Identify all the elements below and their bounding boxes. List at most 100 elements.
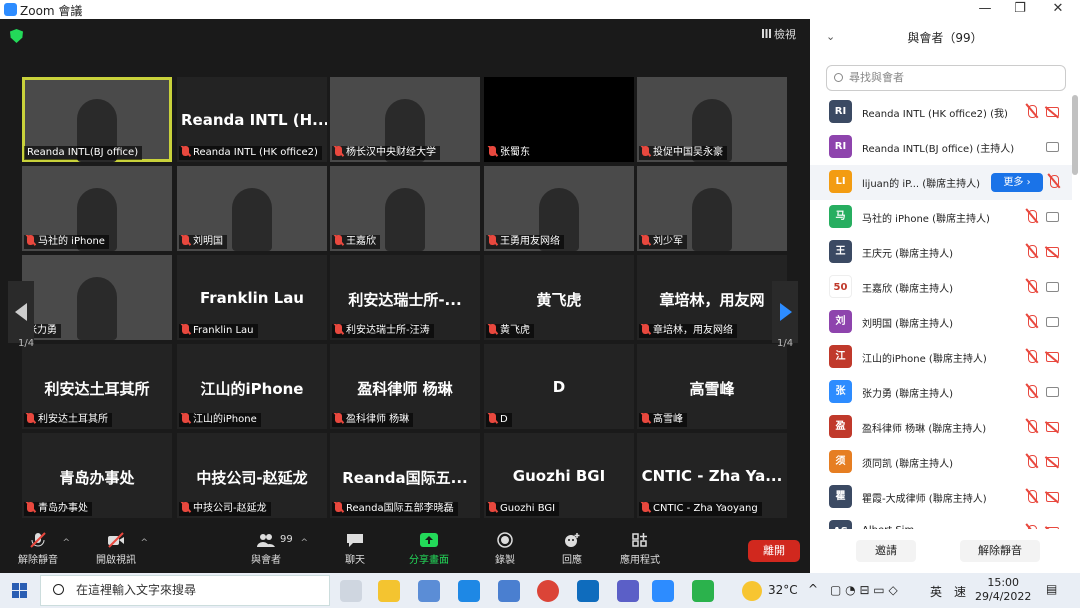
invite-button[interactable]: 邀請 [856,540,916,562]
prev-page-button[interactable] [8,281,34,343]
participant-row[interactable]: LI lijuan的 iP... (聯席主持人) 更多 › [810,165,1072,200]
start-video-button[interactable]: 開啟視訊 ^ [86,532,148,566]
minimize-button[interactable]: — [970,1,1000,16]
video-camera-icon[interactable] [1046,142,1059,152]
video-camera-off-icon[interactable] [1046,422,1059,432]
video-camera-off-icon[interactable] [1046,352,1059,362]
participant-row[interactable]: RI Reanda INTL(BJ office) (主持人) [810,130,1072,165]
share-screen-button[interactable]: 分享畫面 [399,532,459,566]
video-camera-off-icon[interactable] [1046,247,1059,257]
mail-icon[interactable] [498,580,520,602]
participant-tile[interactable]: 王勇用友网络 [484,166,634,251]
participant-tile[interactable]: Reanda INTL(BJ office) [22,77,172,162]
participant-tile[interactable]: 张力勇 [22,255,172,340]
chrome-icon[interactable] [537,580,559,602]
video-camera-icon[interactable] [1046,317,1059,327]
security-shield-icon[interactable] [10,29,23,43]
microphone-muted-icon[interactable] [1028,455,1037,468]
participant-list-scrollbar[interactable] [1072,95,1078,175]
participant-tile[interactable]: 杨长汉中央财经大学 [330,77,480,162]
video-camera-off-icon[interactable] [1046,107,1059,117]
participant-tile[interactable]: DD [484,344,634,429]
tray-icons[interactable]: ▢ ◔ ⊟ ▭ ◇ [830,583,898,597]
participant-row[interactable]: 江江山的iPhone (聯席主持人) [810,340,1072,375]
windows-start-icon[interactable] [12,583,27,598]
participants-button[interactable]: 與會者 99 ^ [236,532,308,566]
participant-row[interactable]: 王王庆元 (聯席主持人) [810,235,1072,270]
apps-button[interactable]: 應用程式 [610,532,670,566]
participant-search-input[interactable]: 尋找與會者 [826,65,1066,91]
video-camera-icon[interactable] [1046,282,1059,292]
participant-tile[interactable]: 马社的 iPhone [22,166,172,251]
participant-tile[interactable]: 利安达瑞士所-... 利安达瑞士所-汪涛 [330,255,480,340]
unmute-button[interactable]: 解除靜音 ^ [8,532,70,566]
participant-tile[interactable]: CNTIC - Zha Ya... CNTIC - Zha Yaoyang [637,433,787,518]
microphone-muted-icon[interactable] [1028,245,1037,258]
participant-row[interactable]: RI Reanda INTL (HK office2) (我) [810,95,1072,130]
record-button[interactable]: 錄製 [475,532,535,566]
store-icon[interactable] [418,580,440,602]
participant-tile[interactable]: Reanda INTL (H... Reanda INTL (HK office2… [177,77,327,162]
microphone-muted-icon[interactable] [1050,175,1059,188]
participant-tile[interactable]: 章培林，用友网 章培林，用友网络 [637,255,787,340]
participant-tile[interactable]: 中技公司-赵延龙 中技公司-赵延龙 [177,433,327,518]
notification-icon[interactable]: ▤ [1046,582,1057,596]
participant-tile[interactable]: 青岛办事处 青岛办事处 [22,433,172,518]
participant-row[interactable]: 须须同凯 (聯席主持人) [810,445,1072,480]
weather-icon[interactable] [742,581,762,601]
participant-row[interactable]: 瞿瞿霞-大成律师 (聯席主持人) [810,480,1072,515]
participant-row[interactable]: 盈盈科律师 杨琳 (聯席主持人) [810,410,1072,445]
participant-tile[interactable]: Reanda国际五... Reanda国际五部李晓磊 [330,433,480,518]
teams-icon[interactable] [617,580,639,602]
participant-tile[interactable]: 张蜀东 [484,77,634,162]
microphone-muted-icon[interactable] [1028,210,1037,223]
microphone-muted-icon[interactable] [1028,315,1037,328]
wechat-icon[interactable] [692,580,714,602]
participant-tile[interactable]: 投促中国吴永豪 [637,77,787,162]
video-camera-off-icon[interactable] [1046,527,1059,529]
task-view-icon[interactable] [340,580,362,602]
participant-row[interactable]: AS Albert Sim... [810,515,1072,529]
microphone-muted-icon[interactable] [1028,385,1037,398]
participant-tile[interactable]: 盈科律师 杨琳 盈科律师 杨琳 [330,344,480,429]
tray-chevron-up-icon[interactable]: ^ [808,582,818,596]
file-explorer-icon[interactable] [378,580,400,602]
microphone-muted-icon[interactable] [1028,525,1037,529]
participant-tile[interactable]: Guozhi BGI Guozhi BGI [484,433,634,518]
chevron-up-icon[interactable]: ^ [62,538,70,548]
reactions-button[interactable]: 回應 [542,532,602,566]
leave-button[interactable]: 離開 [748,540,800,562]
next-page-button[interactable] [772,281,798,343]
microphone-muted-icon[interactable] [1028,420,1037,433]
video-camera-icon[interactable] [1046,387,1059,397]
chat-button[interactable]: 聊天 [325,532,385,566]
chevron-up-icon[interactable]: ^ [300,538,308,548]
participant-row[interactable]: 马马社的 iPhone (聯席主持人) [810,200,1072,235]
microphone-muted-icon[interactable] [1028,105,1037,118]
microphone-muted-icon[interactable] [1028,280,1037,293]
view-button[interactable]: 檢視 [762,26,796,42]
microphone-muted-icon[interactable] [1028,350,1037,363]
participant-tile[interactable]: 利安达土耳其所 利安达土耳其所 [22,344,172,429]
taskbar-search-input[interactable]: 在這裡輸入文字來搜尋 [40,575,330,606]
participant-row[interactable]: 刘刘明国 (聯席主持人) [810,305,1072,340]
participant-tile[interactable]: 高雪峰 高雪峰 [637,344,787,429]
zoom-taskbar-icon[interactable] [652,580,674,602]
participant-tile[interactable]: 黄飞虎 黄飞虎 [484,255,634,340]
video-camera-icon[interactable] [1046,212,1059,222]
participant-row[interactable]: 张张力勇 (聯席主持人) [810,375,1072,410]
ime-language[interactable]: 英 [930,583,942,600]
app-l-icon[interactable] [458,580,480,602]
outlook-icon[interactable] [577,580,599,602]
video-camera-off-icon[interactable] [1046,492,1059,502]
video-camera-off-icon[interactable] [1046,457,1059,467]
microphone-muted-icon[interactable] [1028,490,1037,503]
participant-tile[interactable]: Franklin Lau Franklin Lau [177,255,327,340]
participant-tile[interactable]: 刘明国 [177,166,327,251]
close-button[interactable]: ✕ [1043,1,1073,16]
participant-tile[interactable]: 江山的iPhone 江山的iPhone [177,344,327,429]
participant-tile[interactable]: 刘少军 [637,166,787,251]
taskbar-clock[interactable]: 15:00 29/4/2022 [975,576,1031,604]
participant-tile[interactable]: 王嘉欣 [330,166,480,251]
chevron-up-icon[interactable]: ^ [140,538,148,548]
